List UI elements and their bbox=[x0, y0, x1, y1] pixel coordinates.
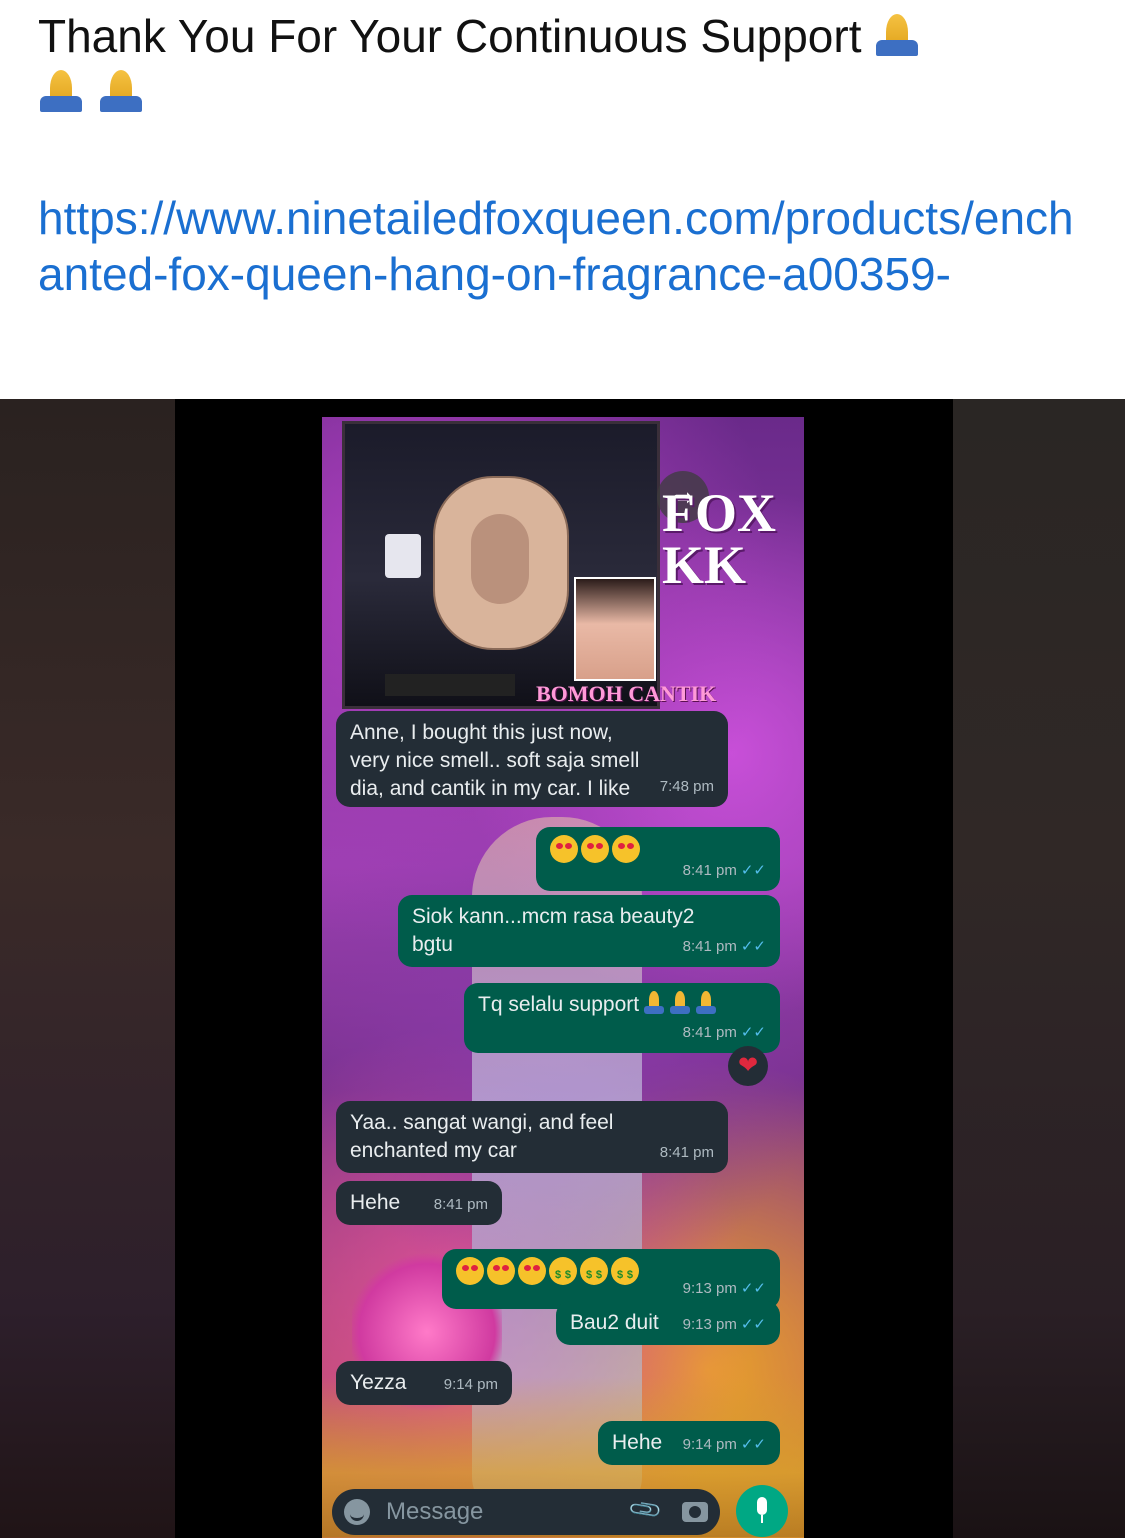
wallpaper-title: FOX KK bbox=[662, 486, 776, 592]
message-text: Hehe bbox=[612, 1431, 663, 1454]
product-link[interactable]: https://www.ninetailedfoxqueen.com/produ… bbox=[38, 190, 1098, 302]
heart-eyes-emoji-icon bbox=[581, 835, 609, 864]
message-time: 9:13 pm bbox=[682, 1280, 737, 1297]
message-bubble[interactable]: Bau2 duit 9:13 pm ✓✓ bbox=[556, 1301, 780, 1345]
message-text: Bau2 duit bbox=[570, 1311, 659, 1334]
post-caption: Thank You For Your Continuous Support bbox=[38, 8, 1098, 120]
folded-hands-icon bbox=[695, 991, 717, 1015]
heart-eyes-emoji-icon bbox=[518, 1257, 546, 1286]
message-text: Hehe bbox=[350, 1191, 401, 1214]
message-time: 8:41 pm bbox=[433, 1196, 488, 1213]
double-check-icon: ✓✓ bbox=[740, 862, 766, 879]
folded-hands-icon bbox=[669, 991, 691, 1015]
money-mouth-emoji-icon bbox=[580, 1257, 608, 1289]
message-text: Yezza bbox=[350, 1371, 407, 1394]
fragrance-tag-in-photo bbox=[433, 476, 569, 650]
video-attachment[interactable]: ➦ FOX KK BOMOH CANTIK Anne, I bought this… bbox=[0, 399, 1125, 1538]
message-text: Anne, I bought this just now, very nice … bbox=[350, 721, 640, 800]
message-bubble[interactable]: Hehe 9:14 pm ✓✓ bbox=[598, 1421, 780, 1465]
message-input[interactable]: Message bbox=[386, 1498, 483, 1526]
message-text: Siok kann...mcm rasa beauty2 bgtu bbox=[412, 905, 695, 956]
heart-eyes-emoji-icon bbox=[612, 835, 640, 864]
message-bubble[interactable]: Yezza 9:14 pm bbox=[336, 1361, 512, 1405]
message-time: 8:41 pm bbox=[682, 1024, 737, 1041]
message-time: 8:41 pm bbox=[682, 938, 737, 955]
emoji-icon[interactable] bbox=[344, 1499, 370, 1525]
message-bubble[interactable]: 9:13 pm✓✓ bbox=[442, 1249, 780, 1309]
message-bubble[interactable]: Tq selalu support 8:41 pm ✓✓ bbox=[464, 983, 780, 1053]
double-check-icon: ✓✓ bbox=[740, 1436, 766, 1453]
double-check-icon: ✓✓ bbox=[740, 1316, 766, 1333]
message-text: Tq selalu support bbox=[478, 993, 640, 1016]
message-time: 7:48 pm bbox=[659, 778, 714, 795]
money-mouth-emoji-icon bbox=[549, 1257, 577, 1289]
camera-icon[interactable] bbox=[682, 1502, 708, 1522]
brand-label: BOMOH CANTIK bbox=[536, 681, 717, 706]
message-time: 9:14 pm bbox=[682, 1436, 737, 1453]
message-time: 9:13 pm bbox=[682, 1316, 737, 1333]
message-time: 8:41 pm bbox=[659, 1144, 714, 1161]
folded-hands-icon bbox=[643, 991, 665, 1015]
heart-eyes-emoji-icon bbox=[550, 835, 578, 864]
double-check-icon: ✓✓ bbox=[740, 1280, 766, 1297]
message-bubble[interactable]: Yaa.. sangat wangi, and feel enchanted m… bbox=[336, 1101, 728, 1173]
message-bubble[interactable]: Siok kann...mcm rasa beauty2 bgtu 8:41 p… bbox=[398, 895, 780, 967]
folded-hands-icon bbox=[38, 68, 84, 114]
message-text: Yaa.. sangat wangi, and feel enchanted m… bbox=[350, 1111, 614, 1162]
message-bubble[interactable]: 8:41 pm ✓✓ bbox=[536, 827, 780, 891]
message-time: 9:14 pm bbox=[443, 1376, 498, 1393]
avatar bbox=[574, 577, 656, 681]
folded-hands-icon bbox=[874, 12, 920, 58]
car-in-photo bbox=[385, 534, 421, 578]
caption-text: Thank You For Your Continuous Support bbox=[38, 10, 862, 62]
double-check-icon: ✓✓ bbox=[740, 1024, 766, 1041]
folded-hands-icon bbox=[98, 68, 144, 114]
wallpaper-title-line1: FOX bbox=[662, 483, 776, 543]
attach-icon[interactable]: 📎 bbox=[627, 1491, 665, 1529]
dashboard-in-photo bbox=[385, 674, 515, 696]
blur-border-left bbox=[0, 399, 175, 1538]
message-bubble[interactable]: Anne, I bought this just now, very nice … bbox=[336, 711, 728, 807]
double-check-icon: ✓✓ bbox=[740, 938, 766, 955]
heart-reaction-icon[interactable]: ❤ bbox=[728, 1046, 768, 1086]
blur-border-right bbox=[953, 399, 1125, 1538]
chat-screen-recording: ➦ FOX KK BOMOH CANTIK Anne, I bought this… bbox=[322, 417, 804, 1538]
heart-eyes-emoji-icon bbox=[456, 1257, 484, 1286]
wallpaper-title-line2: KK bbox=[662, 535, 747, 595]
message-bubble[interactable]: Hehe 8:41 pm bbox=[336, 1181, 502, 1225]
mic-icon[interactable] bbox=[736, 1485, 788, 1537]
money-mouth-emoji-icon bbox=[611, 1257, 639, 1289]
message-composer[interactable]: Message 📎 bbox=[332, 1489, 720, 1535]
heart-eyes-emoji-icon bbox=[487, 1257, 515, 1286]
message-time: 8:41 pm bbox=[682, 862, 737, 879]
